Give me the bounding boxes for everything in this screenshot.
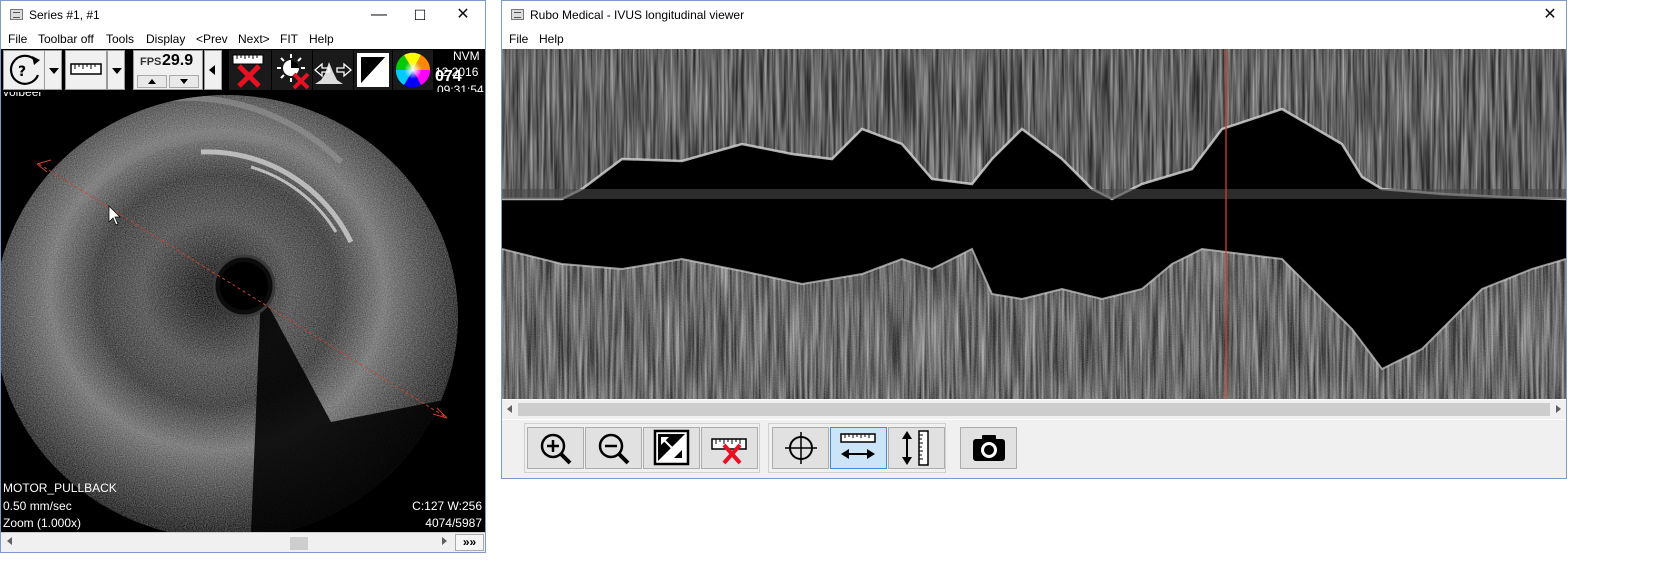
series-menubar: File Toolbar off Tools Display <Prev Nex… xyxy=(1,30,485,49)
scroll-left-arrow-icon[interactable] xyxy=(7,537,12,545)
fps-value: 29.9 xyxy=(162,52,194,69)
overlay-bottom-left-1: MOTOR_PULLBACK xyxy=(3,481,117,495)
ivus-longitudinal-image[interactable] xyxy=(502,49,1566,399)
rotate-help-button[interactable]: ? xyxy=(3,50,45,90)
longitudinal-image xyxy=(502,49,1566,399)
vertical-measure-button[interactable] xyxy=(888,427,945,469)
menu-tools[interactable]: Tools xyxy=(106,32,134,46)
fps-increase-button[interactable] xyxy=(137,75,167,88)
zoom-in-button[interactable] xyxy=(527,427,584,469)
fps-control: FPS 29.9 xyxy=(133,50,203,90)
overlay-top-left: volbeer xyxy=(3,92,43,99)
fps-collapse-button[interactable] xyxy=(204,50,222,90)
overlay-bottom-left-2: 0.50 mm/sec xyxy=(3,499,72,513)
scroll-right-arrow-icon[interactable] xyxy=(442,537,447,545)
color-map-button[interactable] xyxy=(393,50,433,90)
longitudinal-toolbar xyxy=(502,420,1566,478)
series-window-title: Series #1, #1 xyxy=(29,8,100,22)
crosshair-icon xyxy=(785,432,817,464)
app-icon xyxy=(10,9,23,20)
ivus-cross-section-image xyxy=(1,95,458,532)
horizontal-measure-icon xyxy=(840,433,876,459)
longitudinal-titlebar[interactable]: Rubo Medical - IVUS longitudinal viewer … xyxy=(502,1,1566,29)
longitudinal-window-title: Rubo Medical - IVUS longitudinal viewer xyxy=(530,8,745,22)
zoom-out-button[interactable] xyxy=(585,427,642,469)
app-icon xyxy=(511,9,524,20)
series-titlebar[interactable]: Series #1, #1 — ☐ ✕ xyxy=(1,1,485,29)
menu-prev[interactable]: <Prev xyxy=(196,32,228,46)
rotate-dropdown[interactable] xyxy=(44,50,62,90)
rotate-help-icon: ? xyxy=(9,54,40,85)
brightness-delete-icon xyxy=(277,54,310,90)
color-wheel-icon xyxy=(395,52,430,88)
crosshair-button[interactable] xyxy=(772,427,829,469)
menu-file[interactable]: File xyxy=(509,32,528,46)
menu-next[interactable]: Next> xyxy=(238,32,270,46)
snapshot-button[interactable] xyxy=(960,427,1017,469)
scroll-left-arrow-icon[interactable] xyxy=(507,405,512,413)
minimize-button[interactable]: — xyxy=(357,1,401,29)
series-toolbar: ? FPS 29.9 NVM 12 2016 074 09:31:54 xyxy=(1,49,485,97)
frame-scrollbar[interactable]: »» xyxy=(1,532,485,552)
fast-forward-button[interactable]: »» xyxy=(455,534,484,551)
overlay-bottom-right-1: C:127 W:256 xyxy=(412,499,482,513)
contrast-icon xyxy=(357,53,389,87)
svg-text:?: ? xyxy=(18,64,26,80)
maximize-button[interactable]: ☐ xyxy=(398,1,442,29)
ruler-dropdown[interactable] xyxy=(107,50,125,90)
ruler-delete-icon xyxy=(711,438,747,465)
overlay-top-right-1: NVM xyxy=(453,49,480,63)
ruler-icon xyxy=(70,63,102,75)
scroll-right-arrow-icon[interactable] xyxy=(1556,405,1561,413)
overlay-bottom-right-2: 4074/5987 xyxy=(425,516,482,530)
overlay-bottom-left-3: Zoom (1.000x) xyxy=(3,516,82,530)
camera-icon xyxy=(973,435,1005,461)
longitudinal-scrollbar[interactable] xyxy=(502,400,1566,419)
menu-file[interactable]: File xyxy=(8,32,27,46)
menu-help[interactable]: Help xyxy=(539,32,564,46)
horizontal-measure-button[interactable] xyxy=(830,427,887,469)
ruler-delete-button[interactable] xyxy=(701,427,758,469)
fps-label: FPS xyxy=(140,56,162,68)
vertical-measure-icon xyxy=(902,430,929,466)
close-button[interactable]: ✕ xyxy=(441,1,485,29)
close-button[interactable]: ✕ xyxy=(1528,1,1572,29)
fps-decrease-button[interactable] xyxy=(169,75,199,88)
brightness-delete-button[interactable] xyxy=(272,50,312,90)
longitudinal-scroll-thumb[interactable] xyxy=(518,403,1550,416)
fit-to-window-icon xyxy=(653,429,690,466)
menu-help[interactable]: Help xyxy=(309,32,334,46)
series-window: Series #1, #1 — ☐ ✕ File Toolbar off Too… xyxy=(0,0,486,553)
longitudinal-viewer-window: Rubo Medical - IVUS longitudinal viewer … xyxy=(501,0,1567,479)
longitudinal-menubar: File Help xyxy=(502,30,1566,49)
menu-fit[interactable]: FIT xyxy=(280,32,298,46)
ruler-delete-button[interactable] xyxy=(229,50,271,90)
histogram-icon xyxy=(314,62,352,84)
ruler-delete-icon xyxy=(232,54,264,88)
zoom-out-icon xyxy=(598,433,630,465)
menu-toolbar-off[interactable]: Toolbar off xyxy=(38,32,94,46)
zoom-in-icon xyxy=(540,433,572,465)
contrast-button[interactable] xyxy=(354,50,392,90)
ruler-button[interactable] xyxy=(65,50,107,90)
fit-to-window-button[interactable] xyxy=(643,427,700,469)
frame-scroll-thumb[interactable] xyxy=(290,537,308,550)
histogram-button[interactable] xyxy=(313,50,353,90)
menu-display[interactable]: Display xyxy=(146,32,185,46)
ivus-cross-section-viewer[interactable]: volbeer MOTOR_PULLBACK 0.50 mm/sec Zoom … xyxy=(1,92,485,532)
